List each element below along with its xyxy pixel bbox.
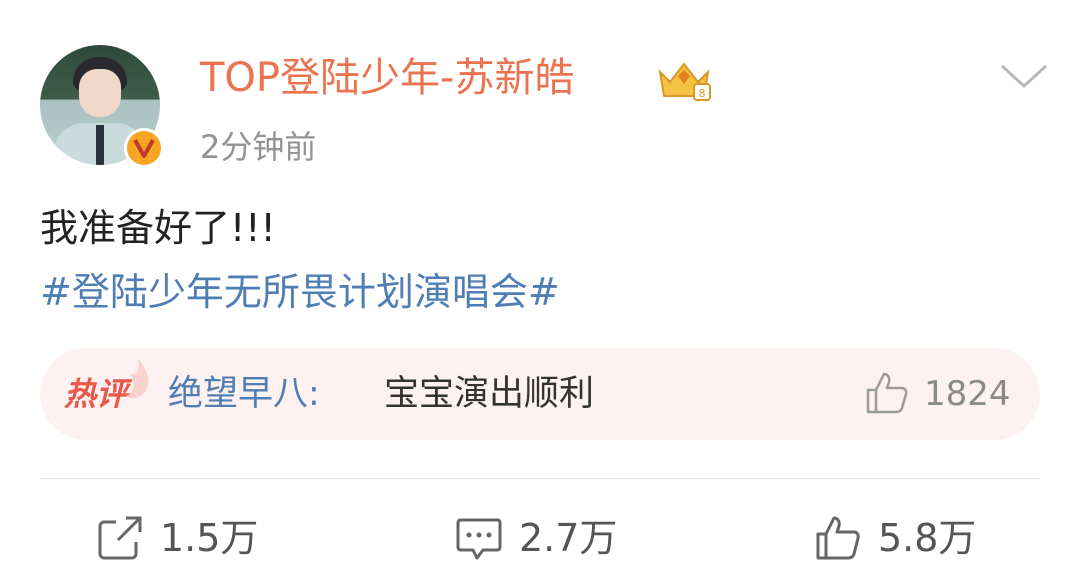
comment-count: 2.7万 <box>519 516 618 560</box>
topic-link[interactable]: #登陆少年无所畏计划演唱会# <box>40 264 560 320</box>
repost-icon <box>98 516 142 560</box>
username-link[interactable]: TOP登陆少年-苏新皓 <box>200 52 574 104</box>
comment-icon <box>456 518 502 560</box>
verified-badge-icon <box>124 128 164 168</box>
flame-icon <box>126 358 149 398</box>
hot-comment-text: 宝宝演出顺利 <box>384 374 595 414</box>
avatar-tie <box>96 125 104 165</box>
hot-comment[interactable]: 热评 绝望早八: 宝宝演出顺利 1824 <box>40 348 1040 440</box>
post-time: 2分钟前 <box>200 128 317 166</box>
repost-button[interactable]: 1.5万 <box>96 508 258 568</box>
divider <box>40 478 1040 479</box>
hot-comment-user[interactable]: 绝望早八: <box>168 368 320 420</box>
avatar-face <box>79 69 121 117</box>
like-count: 5.8万 <box>878 516 977 560</box>
crown-icon: 8 <box>658 62 711 101</box>
chevron-down-icon[interactable] <box>998 62 1050 92</box>
repost-count: 1.5万 <box>160 516 259 560</box>
thumbs-up-icon[interactable] <box>864 370 910 416</box>
comment-button[interactable]: 2.7万 <box>455 508 617 568</box>
hot-comment-like-count: 1824 <box>924 374 1011 414</box>
svg-text:8: 8 <box>699 87 706 100</box>
thumbs-up-icon <box>816 516 860 560</box>
like-button[interactable]: 5.8万 <box>814 508 976 568</box>
post-text: 我准备好了!!! <box>40 206 276 250</box>
